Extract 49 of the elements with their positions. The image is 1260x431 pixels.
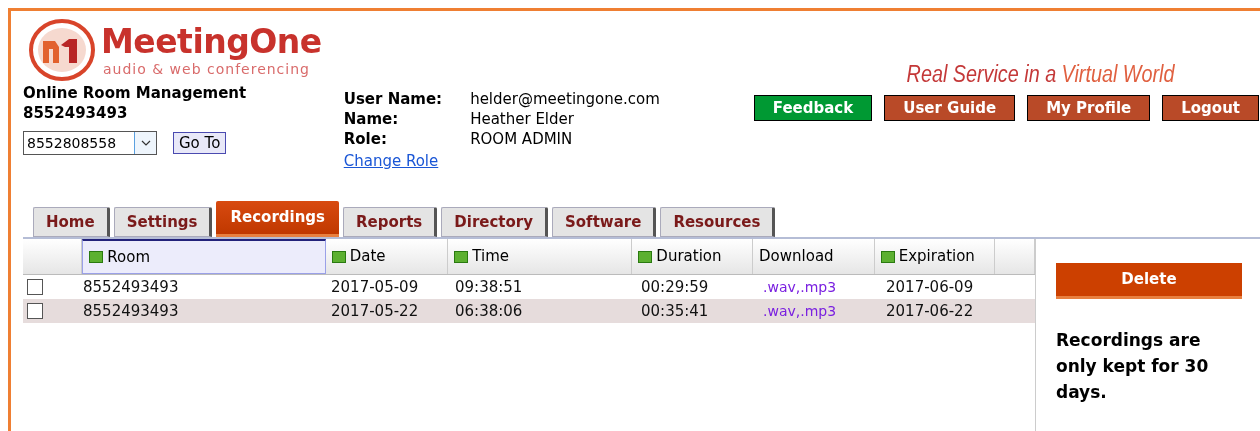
table-cell: 2017-05-09 bbox=[331, 277, 419, 296]
table-cell: 00:35:41 bbox=[641, 301, 709, 320]
table-cell: 8552493493 bbox=[83, 301, 179, 320]
tab[interactable]: Recordings bbox=[216, 201, 340, 237]
table-cell: 8552493493 bbox=[83, 277, 179, 296]
header-button[interactable]: User Guide bbox=[884, 95, 1016, 121]
tab[interactable]: Settings bbox=[113, 207, 213, 237]
field-label: Name: bbox=[343, 109, 400, 129]
retention-note: Recordings are only kept for 30 days. bbox=[1056, 329, 1210, 404]
tab[interactable]: Reports bbox=[343, 207, 438, 237]
column-header[interactable]: Download bbox=[753, 239, 875, 274]
logo-icon bbox=[29, 19, 95, 81]
tab[interactable]: Resources bbox=[660, 207, 776, 237]
field-value: Heather Elder bbox=[470, 109, 575, 129]
logo-tagline: audio & web conferencing bbox=[103, 61, 311, 77]
column-header[interactable]: Room bbox=[82, 239, 326, 274]
delete-button[interactable]: Delete bbox=[1056, 263, 1242, 299]
tab[interactable]: Software bbox=[552, 207, 657, 237]
room-select[interactable]: 8552808558 bbox=[23, 131, 157, 155]
field-label: Role: bbox=[343, 129, 388, 149]
tab[interactable]: Home bbox=[33, 207, 110, 237]
column-header[interactable]: Time bbox=[448, 239, 633, 274]
table-cell: 2017-05-22 bbox=[331, 301, 419, 320]
field-value: ROOM ADMIN bbox=[470, 129, 574, 149]
field-label: User Name: bbox=[343, 89, 443, 109]
row-checkbox[interactable] bbox=[27, 303, 43, 319]
column-header[interactable]: Duration bbox=[632, 239, 754, 274]
header-button[interactable]: My Profile bbox=[1027, 95, 1151, 121]
tab[interactable]: Directory bbox=[441, 207, 548, 237]
chevron-down-icon bbox=[140, 140, 151, 146]
row-checkbox[interactable] bbox=[27, 279, 43, 295]
table-cell: 06:38:06 bbox=[455, 301, 523, 320]
header-button[interactable]: Feedback bbox=[753, 95, 873, 121]
logo-text: MeetingOne bbox=[101, 23, 322, 61]
slogan: Real Service in a Virtual World bbox=[906, 61, 1174, 87]
table-cell: 09:38:51 bbox=[455, 277, 523, 296]
table-cell: 00:29:59 bbox=[641, 277, 709, 296]
table-cell: 2017-06-22 bbox=[886, 301, 974, 320]
field-value: helder@meetingone.com bbox=[470, 89, 660, 109]
column-header[interactable]: Date bbox=[325, 239, 449, 274]
change-role-link[interactable]: Change Role bbox=[343, 152, 439, 170]
column-header[interactable]: Expiration bbox=[874, 239, 996, 274]
download-link[interactable]: .wav,.mp3 bbox=[763, 302, 837, 319]
header-button[interactable]: Logout bbox=[1162, 95, 1259, 121]
room-number: 8552493493 bbox=[23, 103, 129, 123]
section-title: Online Room Management bbox=[23, 83, 248, 103]
table-cell: 2017-06-09 bbox=[886, 277, 974, 296]
go-to-button[interactable]: Go To bbox=[173, 132, 227, 154]
download-link[interactable]: .wav,.mp3 bbox=[763, 278, 837, 295]
